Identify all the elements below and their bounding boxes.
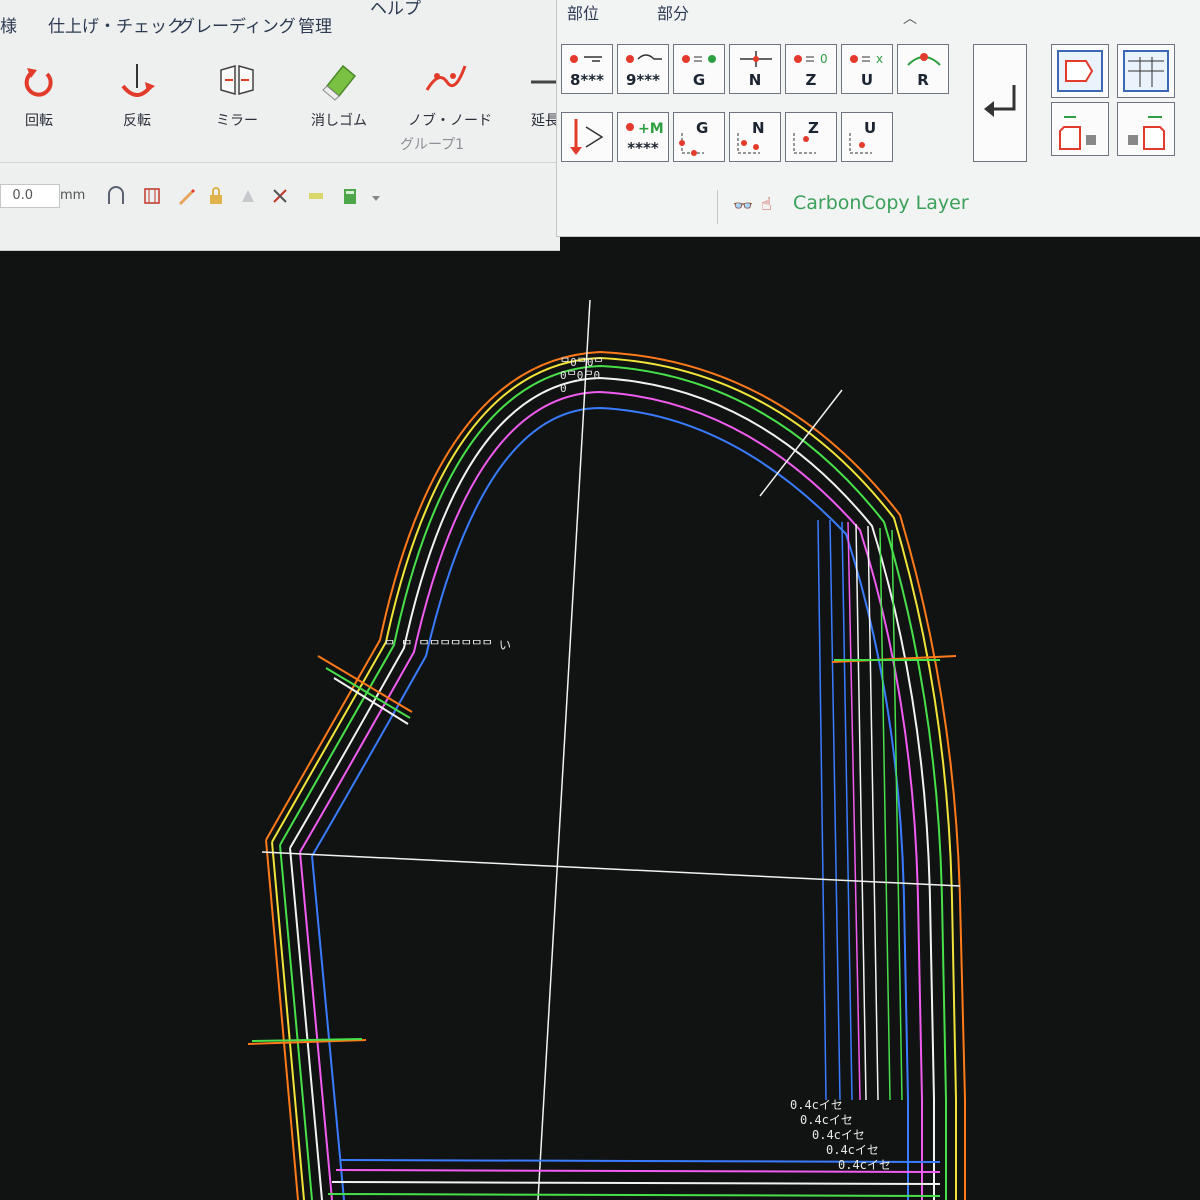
svg-text:0: 0 — [820, 52, 828, 66]
grade-n-button[interactable]: N — [729, 44, 781, 94]
mirror-button[interactable]: ミラー — [200, 52, 274, 148]
layer-bar: 👓 ☝ CarbonCopy Layer — [717, 190, 1200, 224]
node-label: ノブ・ノード — [408, 113, 492, 129]
ease-label: 0.4cイセ — [826, 1143, 879, 1157]
dropdown-icon[interactable] — [370, 186, 382, 206]
grade-n-label: N — [748, 71, 762, 89]
pencil-tool-icon[interactable] — [176, 186, 196, 206]
flip-icon — [121, 64, 155, 97]
menu-tabs: 様 仕上げ・チェック グレーディング 管理 ヘルプ — [0, 0, 560, 46]
grade-g-label: G — [692, 71, 706, 89]
piece-annotation: ᄆ ᄆ ᄆᄆᄆᄆᄆᄆᄆ い — [384, 638, 511, 652]
ribbon-group-1: 回転 反転 ミラー 消しゴム ノブ・ノード 延長 — [0, 50, 567, 150]
hand-icon[interactable]: ☝ — [761, 194, 772, 215]
flip-label: 反転 — [123, 113, 151, 129]
vertical-size-labels: ᄆ0ᄆ0ᄆ0ᄆ0ᄆ00 — [560, 356, 604, 395]
group-label: グループ1 — [400, 137, 465, 153]
lock-tool-icon[interactable] — [206, 186, 226, 206]
ease-label: 0.4cイセ — [800, 1113, 853, 1127]
point-g-button[interactable]: G — [673, 112, 725, 162]
chevron-up-icon[interactable]: ︿ — [903, 8, 917, 28]
glasses-icon[interactable]: 👓 — [733, 196, 753, 215]
pattern-9-button[interactable]: 9*** — [617, 44, 669, 94]
grade-g-button[interactable]: G — [673, 44, 725, 94]
shape-tool-icon[interactable] — [238, 186, 258, 206]
piece-view-button[interactable] — [1051, 44, 1109, 98]
lock-right-icon — [1128, 116, 1165, 150]
point-g-label: G — [696, 119, 709, 137]
tab-grading[interactable]: グレーディング — [178, 12, 296, 37]
tab-section[interactable]: 部分 — [657, 0, 689, 24]
grading-panel: 部位 部分 ︿ 8*** 9*** G N 0 Z x U R +M **** … — [556, 0, 1200, 237]
tape-tool-icon[interactable] — [306, 186, 326, 206]
grade-z-label: Z — [805, 71, 817, 89]
ruler-tool-icon[interactable] — [142, 186, 162, 206]
mirror-icon — [220, 65, 254, 95]
pattern-8-label: 8*** — [570, 71, 604, 89]
table-view-button[interactable] — [1117, 44, 1175, 98]
layer-label[interactable]: CarbonCopy Layer — [793, 192, 969, 214]
book-tool-icon[interactable] — [340, 186, 360, 206]
tab-part[interactable]: 部位 — [567, 0, 599, 24]
eraser-button[interactable]: 消しゴム — [302, 52, 376, 148]
node-icon — [425, 65, 467, 91]
tab-spec[interactable]: 様 — [0, 12, 17, 37]
grade-r-button[interactable]: R — [897, 44, 949, 94]
point-n-button[interactable]: N — [729, 112, 781, 162]
lock-left-button[interactable] — [1051, 102, 1109, 156]
point-z-label: Z — [808, 119, 819, 137]
point-u-label: U — [864, 119, 877, 137]
eraser-label: 消しゴム — [311, 113, 367, 129]
unit-label: mm — [60, 188, 86, 203]
grade-z-button[interactable]: 0 Z — [785, 44, 837, 94]
enter-button[interactable] — [973, 44, 1027, 162]
split-button[interactable] — [561, 112, 613, 162]
ribbon-divider — [0, 162, 560, 163]
svg-text:x: x — [876, 52, 883, 66]
piece-view-icon — [1057, 50, 1103, 92]
grade-r-label: R — [917, 71, 929, 89]
ease-label: 0.4cイセ — [812, 1128, 865, 1142]
app-window: ᄆ ᄆ ᄆᄆᄆᄆᄆᄆᄆ い ᄆ0ᄆ0ᄆ0ᄆ0ᄆ00 0.4cイセ 0.4cイセ … — [0, 0, 1200, 1200]
property-toolbar: 0.0 mm — [0, 176, 560, 220]
ease-label: 0.4cイセ — [790, 1098, 843, 1112]
no-draw-tool-icon[interactable] — [270, 186, 290, 206]
grade-u-button[interactable]: x U — [841, 44, 893, 94]
svg-text:+M: +M — [638, 121, 664, 137]
ease-labels: 0.4cイセ 0.4cイセ 0.4cイセ 0.4cイセ 0.4cイセ — [790, 1098, 891, 1173]
plus-m-label: **** — [627, 139, 659, 157]
offset-input[interactable]: 0.0 — [0, 184, 60, 208]
enter-icon — [984, 85, 1016, 117]
lock-right-button[interactable] — [1117, 102, 1175, 156]
point-u-button[interactable]: U — [841, 112, 893, 162]
eraser-icon — [322, 64, 357, 101]
pattern-8-button[interactable]: 8*** — [561, 44, 613, 94]
rotate-label: 回転 — [25, 113, 53, 129]
tab-help[interactable]: ヘルプ — [370, 0, 421, 19]
table-view-icon — [1123, 50, 1169, 92]
point-z-button[interactable]: Z — [785, 112, 837, 162]
lock-left-icon — [1059, 116, 1096, 150]
ribbon: 様 仕上げ・チェック グレーディング 管理 ヘルプ 回転 反転 ミラー 消しゴム… — [0, 0, 567, 251]
mirror-label: ミラー — [216, 113, 258, 129]
ease-label: 0.4cイセ — [838, 1158, 891, 1172]
tab-manage[interactable]: 管理 — [298, 12, 332, 37]
flip-button[interactable]: 反転 — [100, 52, 174, 148]
pattern-9-label: 9*** — [626, 71, 660, 89]
split-icon — [570, 119, 604, 155]
plus-m-button[interactable]: +M **** — [617, 112, 669, 162]
rotate-icon — [24, 68, 53, 97]
point-n-label: N — [752, 119, 765, 137]
arc-tool-icon[interactable] — [106, 186, 126, 206]
panel-tabs: 部位 部分 ︿ — [557, 0, 927, 40]
rotate-button[interactable]: 回転 — [2, 52, 76, 148]
tab-finish-check[interactable]: 仕上げ・チェック — [48, 12, 184, 37]
grade-u-label: U — [860, 71, 874, 89]
